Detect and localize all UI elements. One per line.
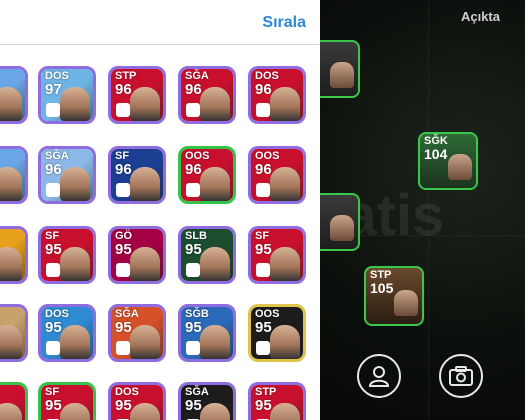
player-rating: 95 bbox=[115, 241, 132, 258]
player-photo bbox=[200, 167, 230, 201]
player-card[interactable]: STP 95 bbox=[248, 382, 306, 420]
player-rating: 96 bbox=[115, 161, 132, 178]
player-card[interactable]: STP 96 bbox=[108, 66, 166, 124]
player-photo bbox=[200, 247, 230, 281]
panel-header: Sırala bbox=[0, 0, 320, 45]
club-badge-icon bbox=[46, 263, 60, 277]
player-rating: 95 bbox=[45, 397, 62, 414]
player-photo bbox=[130, 325, 160, 359]
club-badge-icon bbox=[116, 183, 130, 197]
player-photo bbox=[270, 247, 300, 281]
player-card[interactable]: SF 95 bbox=[38, 382, 96, 420]
player-photo bbox=[0, 87, 22, 121]
player-photo bbox=[60, 247, 90, 281]
player-card[interactable] bbox=[0, 66, 28, 124]
player-rating: 96 bbox=[185, 81, 202, 98]
club-badge-icon bbox=[256, 341, 270, 355]
player-card[interactable]: SLB 95 bbox=[178, 226, 236, 284]
club-badge-icon bbox=[186, 263, 200, 277]
player-card[interactable] bbox=[0, 382, 28, 420]
player-rating: 95 bbox=[185, 397, 202, 414]
player-rating: 105 bbox=[370, 280, 394, 296]
player-rating: 96 bbox=[255, 81, 272, 98]
player-rating: 96 bbox=[115, 81, 132, 98]
player-card[interactable] bbox=[0, 304, 28, 362]
club-badge-icon bbox=[186, 103, 200, 117]
player-card[interactable]: SF 95 bbox=[248, 226, 306, 284]
player-card[interactable]: OOS 95 bbox=[248, 304, 306, 362]
player-photo bbox=[0, 247, 22, 281]
player-card[interactable]: GÖ 95 bbox=[108, 226, 166, 284]
player-card[interactable]: SF 95 bbox=[38, 226, 96, 284]
player-photo bbox=[60, 87, 90, 121]
open-status-label: Açıkta bbox=[460, 9, 500, 24]
player-rating: 95 bbox=[255, 319, 272, 336]
player-rating: 104 bbox=[424, 146, 448, 162]
pitch-player-card[interactable]: STP 105 bbox=[364, 266, 424, 326]
player-rating: 96 bbox=[185, 161, 202, 178]
player-rating: 95 bbox=[115, 397, 132, 414]
player-rating: 96 bbox=[255, 161, 272, 178]
player-photo bbox=[60, 325, 90, 359]
profile-button[interactable] bbox=[357, 354, 401, 398]
player-photo bbox=[200, 325, 230, 359]
pitch-player-card[interactable]: SĞK 104 bbox=[418, 132, 478, 190]
player-card[interactable]: OOS 96 bbox=[248, 146, 306, 204]
player-photo bbox=[270, 325, 300, 359]
player-card[interactable]: SĞA 95 bbox=[178, 382, 236, 420]
club-badge-icon bbox=[116, 341, 130, 355]
player-photo bbox=[60, 167, 90, 201]
player-photo bbox=[270, 87, 300, 121]
camera-button[interactable] bbox=[439, 354, 483, 398]
player-rating: 96 bbox=[45, 161, 62, 178]
player-rating: 95 bbox=[45, 319, 62, 336]
player-photo bbox=[270, 167, 300, 201]
player-photo bbox=[0, 325, 22, 359]
player-photo bbox=[130, 247, 160, 281]
player-card[interactable]: OOS 96 bbox=[178, 146, 236, 204]
player-rating: 95 bbox=[45, 241, 62, 258]
player-rating: 95 bbox=[115, 319, 132, 336]
player-card[interactable]: SĞB 95 bbox=[178, 304, 236, 362]
player-card[interactable]: SĞA 95 bbox=[108, 304, 166, 362]
person-icon bbox=[368, 366, 390, 387]
player-card[interactable]: DOS 96 bbox=[248, 66, 306, 124]
club-badge-icon bbox=[256, 183, 270, 197]
player-rating: 95 bbox=[185, 241, 202, 258]
club-badge-icon bbox=[186, 183, 200, 197]
club-badge-icon bbox=[46, 183, 60, 197]
player-photo bbox=[0, 167, 22, 201]
player-rating: 95 bbox=[255, 397, 272, 414]
player-photo bbox=[200, 87, 230, 121]
player-card[interactable]: DOS 95 bbox=[108, 382, 166, 420]
player-card[interactable]: SF 96 bbox=[108, 146, 166, 204]
player-photo bbox=[130, 167, 160, 201]
club-badge-icon bbox=[256, 263, 270, 277]
player-card[interactable]: SĞA 96 bbox=[38, 146, 96, 204]
club-badge-icon bbox=[116, 263, 130, 277]
player-card[interactable] bbox=[0, 226, 28, 284]
player-card[interactable]: DOS 97 bbox=[38, 66, 96, 124]
player-card[interactable]: SĞA 96 bbox=[178, 66, 236, 124]
player-photo bbox=[394, 290, 418, 316]
player-rating: 97 bbox=[45, 81, 62, 98]
player-photo bbox=[330, 215, 354, 241]
player-photo bbox=[130, 87, 160, 121]
player-selection-panel: Sırala DOS 97 STP 96 SĞA 96 DOS 96 SĞA 96 SF 96 OOS 9… bbox=[0, 0, 320, 420]
player-rating: 95 bbox=[185, 319, 202, 336]
camera-icon bbox=[449, 366, 473, 386]
club-badge-icon bbox=[116, 103, 130, 117]
club-badge-icon bbox=[186, 341, 200, 355]
club-badge-icon bbox=[46, 103, 60, 117]
player-card[interactable]: DOS 95 bbox=[38, 304, 96, 362]
club-badge-icon bbox=[46, 341, 60, 355]
player-photo bbox=[448, 154, 472, 180]
player-photo bbox=[330, 62, 354, 88]
sort-button[interactable]: Sırala bbox=[262, 14, 306, 32]
player-rating: 95 bbox=[255, 241, 272, 258]
player-card[interactable] bbox=[0, 146, 28, 204]
club-badge-icon bbox=[256, 103, 270, 117]
